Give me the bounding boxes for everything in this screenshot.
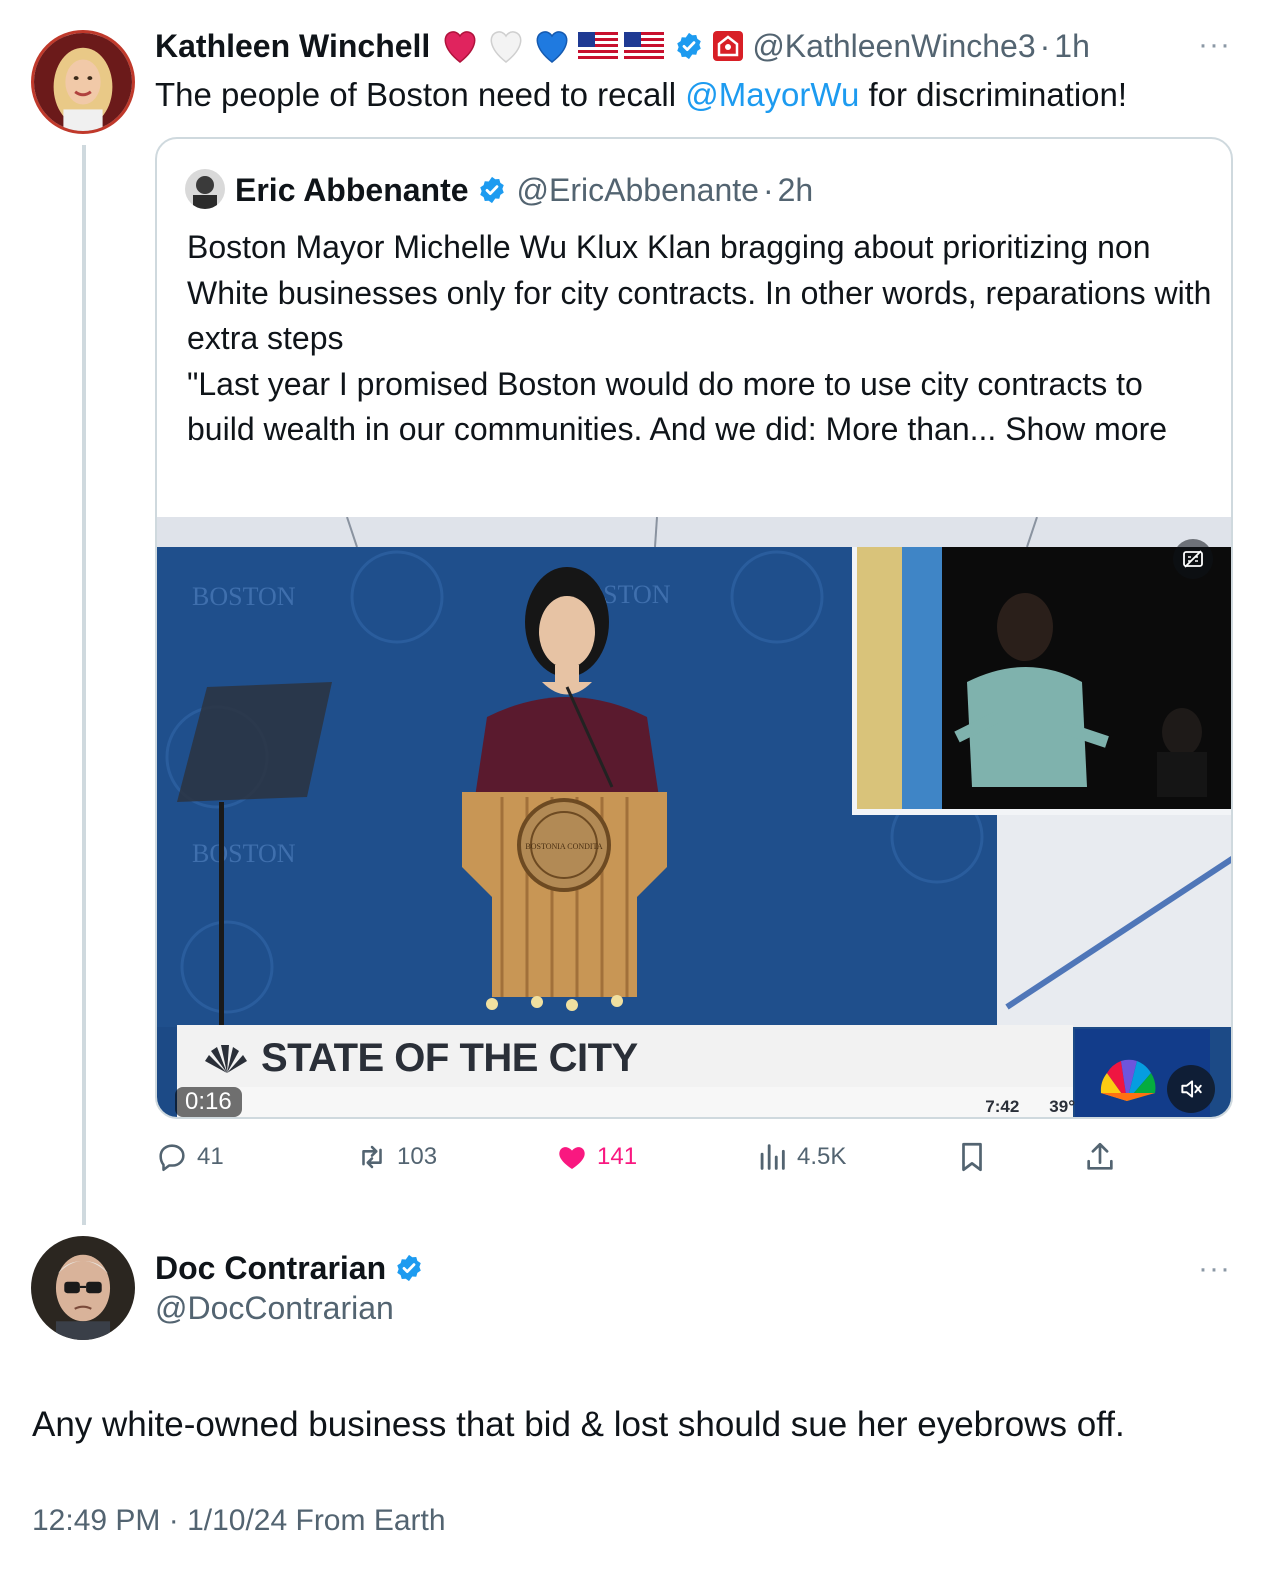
reply-text-part2: for discrimination! [859, 76, 1128, 113]
chyron-banner: STATE OF THE CITY [177, 1025, 1073, 1091]
views-chart-icon [760, 1144, 785, 1170]
quoted-tweet-card[interactable]: Eric Abbenante @EricAbbenante · 2h Bosto… [155, 137, 1233, 1119]
heart-filled-icon [559, 1147, 585, 1170]
mention-link[interactable]: @MayorWu [685, 76, 859, 113]
quote-header: Eric Abbenante @EricAbbenante · 2h [235, 169, 813, 211]
us-flag-icon [624, 28, 665, 64]
chyron-info: 7:42 39° [985, 1097, 1075, 1117]
avatar-eric[interactable] [185, 169, 225, 209]
captions-off-icon [1183, 550, 1203, 568]
repost-icon [362, 1145, 382, 1169]
reply-button[interactable]: 41 [155, 1140, 224, 1174]
nbc-peacock-small-icon [205, 1045, 247, 1073]
main-header: Doc Contrarian [155, 1246, 424, 1290]
bookmark-icon [962, 1142, 982, 1172]
avatar-kathleen[interactable] [31, 30, 135, 134]
quote-text: Boston Mayor Michelle Wu Klux Klan bragg… [187, 225, 1217, 453]
chyron-title: STATE OF THE CITY [261, 1035, 638, 1080]
reply-author-name[interactable]: Kathleen Winchell [155, 28, 430, 65]
repost-count: 103 [397, 1143, 438, 1170]
reply-text: The people of Boston need to recall @May… [155, 72, 1235, 118]
affiliate-badge-icon [712, 30, 744, 62]
separator-dot: · [1039, 27, 1051, 64]
verified-badge-icon [477, 175, 507, 205]
quote-text-line1: Boston Mayor Michelle Wu Klux Klan bragg… [187, 229, 1212, 356]
repost-button[interactable]: 103 [355, 1140, 437, 1174]
avatar-doc[interactable] [31, 1236, 135, 1340]
backdrop-text: BOSTON [192, 582, 296, 611]
quote-author-name[interactable]: Eric Abbenante [235, 172, 469, 209]
backdrop-text: BOSTON [192, 839, 296, 868]
quote-author-handle[interactable]: @EricAbbenante [517, 172, 759, 209]
reply-author-handle[interactable]: @KathleenWinche3 [752, 28, 1035, 65]
chyron-temperature: 39° [1049, 1097, 1075, 1116]
share-button[interactable] [1083, 1140, 1125, 1174]
main-author-name[interactable]: Doc Contrarian [155, 1250, 386, 1287]
views-count: 4.5K [797, 1143, 847, 1170]
show-more-link[interactable]: Show more [996, 411, 1167, 447]
video-player[interactable]: BOSTON BOSTON BOSTON BOSTONIA CONDITA ST… [157, 517, 1231, 1117]
tweet-action-bar: 41 103 141 4.5K [155, 1140, 1135, 1180]
chyron-clock: 7:42 [985, 1097, 1020, 1116]
red-heart-icon [440, 28, 480, 64]
views-button[interactable]: 4.5K [755, 1140, 846, 1174]
share-icon [1087, 1142, 1113, 1170]
avatar-eric-image [185, 169, 225, 209]
reply-count: 41 [197, 1143, 224, 1170]
main-tweet-footer: 12:49 PM · 1/10/24 From Earth [32, 1504, 446, 1537]
quote-timestamp[interactable]: 2h [778, 172, 814, 209]
thread-connector-line [82, 145, 86, 1225]
us-flag-icon [578, 28, 619, 64]
reply-timestamp[interactable]: 1h [1054, 28, 1090, 65]
reply-header: Kathleen Winchell @KathleenWinche3 · 1h [155, 24, 1090, 68]
avatar-doc-image [31, 1236, 135, 1340]
verified-badge-icon [674, 31, 704, 61]
white-heart-icon [486, 28, 526, 64]
video-duration-badge: 0:16 [175, 1087, 242, 1117]
avatar-kathleen-image [34, 33, 132, 131]
like-button[interactable]: 141 [555, 1140, 637, 1174]
speaker-muted-icon [1181, 1080, 1202, 1098]
like-count: 141 [597, 1143, 638, 1170]
bookmark-button[interactable] [955, 1140, 997, 1174]
blue-heart-icon [532, 28, 572, 64]
captions-button[interactable] [1173, 539, 1213, 579]
main-tweet-text: Any white-owned business that bid & lost… [32, 1405, 1125, 1444]
mute-button[interactable] [1167, 1065, 1215, 1113]
reply-text-part1: The people of Boston need to recall [155, 76, 686, 113]
reply-icon [159, 1144, 185, 1172]
chyron-ticker [177, 1087, 1073, 1117]
main-more-menu-icon[interactable]: ··· [1198, 1252, 1231, 1286]
verified-badge-icon [394, 1253, 424, 1283]
separator-dot: · [762, 171, 774, 208]
reply-more-menu-icon[interactable]: ··· [1198, 28, 1231, 62]
main-author-handle[interactable]: @DocContrarian [155, 1290, 394, 1327]
podium-seal-text: BOSTONIA CONDITA [525, 842, 602, 851]
